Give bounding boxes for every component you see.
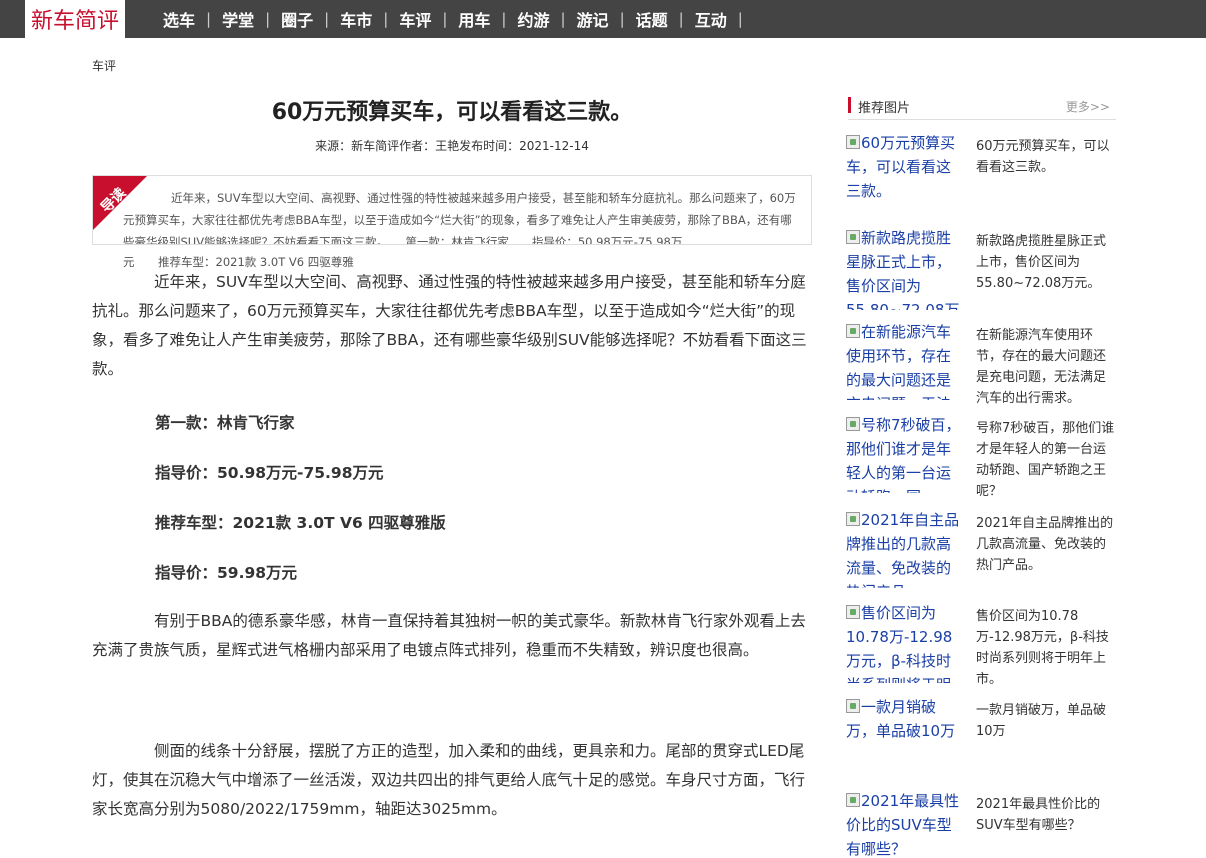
broken-image-icon	[846, 793, 860, 807]
broken-image-alt[interactable]: 号称7秒破百，那他们谁才是年轻人的第一台运动轿跑、国	[846, 413, 964, 493]
nav-item-cheping[interactable]: 车评 |	[388, 7, 447, 31]
main-nav: 选车 | 学堂 | 圈子 | 车市 | 车评 | 用车 | 约游 | 游记 | 话题 | 互动 |	[152, 0, 743, 38]
broken-image-alt[interactable]: 在新能源汽车使用环节，存在的最大问题还是充电问题，无法满足	[846, 320, 964, 400]
recommended-item[interactable]: 售价区间为10.78万-12.98万元，β-科技时尚系列则将于明 售价区间为10…	[846, 601, 1121, 687]
recommended-caption[interactable]: 2021年自主品牌推出的几款高流量、免改装的热门产品。	[976, 513, 1118, 576]
broken-image-alt[interactable]: 一款月销破万，单品破10万	[846, 695, 964, 745]
nav-link[interactable]: 学堂	[211, 7, 265, 31]
nav-link[interactable]: 约游	[506, 7, 560, 31]
spec-recommended-trim: 推荐车型：2021款 3.0T V6 四驱尊雅版	[155, 514, 446, 532]
recommended-item[interactable]: 60万元预算买车，可以看看这三款。 60万元预算买车，可以看看这三款。	[846, 131, 1121, 203]
article-paragraph-3: 侧面的线条十分舒展，摆脱了方正的造型，加入柔和的曲线，更具亲和力。尾部的贯穿式L…	[92, 742, 806, 818]
broken-image-icon	[846, 324, 860, 338]
nav-item-youji[interactable]: 游记 |	[566, 7, 625, 31]
recommended-item[interactable]: 号称7秒破百，那他们谁才是年轻人的第一台运动轿跑、国 号称7秒破百，那他们谁才是…	[846, 413, 1121, 499]
broken-image-icon	[846, 699, 860, 713]
lead-summary-box: 导读 近年来，SUV车型以大空间、高视野、通过性强的特性被越来越多用户接受，甚至…	[92, 175, 812, 245]
nav-link[interactable]: 用车	[447, 7, 501, 31]
lead-text: 近年来，SUV车型以大空间、高视野、通过性强的特性被越来越多用户接受，甚至能和轿…	[123, 191, 796, 245]
nav-link[interactable]: 选车	[152, 7, 206, 31]
spec-price-range: 指导价：50.98万元-75.98万元	[155, 464, 384, 482]
recommended-item[interactable]: 一款月销破万，单品破10万 一款月销破万，单品破10万	[846, 695, 1121, 745]
recommended-caption[interactable]: 号称7秒破百，那他们谁才是年轻人的第一台运动轿跑、国产轿跑之王呢？	[976, 418, 1118, 502]
sidebar-header-accent	[848, 97, 851, 113]
broken-image-icon	[846, 512, 860, 526]
nav-item-xuanche[interactable]: 选车 |	[152, 7, 211, 31]
nav-item-xuetang[interactable]: 学堂 |	[211, 7, 270, 31]
nav-link[interactable]: 车市	[329, 7, 383, 31]
nav-item-yueyou[interactable]: 约游 |	[506, 7, 565, 31]
nav-item-quanzi[interactable]: 圈子 |	[270, 7, 329, 31]
nav-link[interactable]: 游记	[566, 7, 620, 31]
recommended-caption[interactable]: 新款路虎揽胜星脉正式上市，售价区间为55.80~72.08万元。	[976, 231, 1118, 294]
sidebar-header: 推荐图片 更多>>	[848, 94, 1116, 120]
breadcrumb[interactable]: 车评	[92, 57, 116, 74]
spec-trim-price: 指导价：59.98万元	[155, 564, 298, 582]
site-logo-text: 新车简评	[30, 9, 119, 34]
article-meta: 来源：新车简评作者：王艳发布时间：2021-12-14	[315, 139, 589, 153]
article-title: 60万元预算买车，可以看看这三款。	[271, 100, 633, 125]
recommended-item[interactable]: 2021年最具性价比的SUV车型有哪些？ 2021年最具性价比的SUV车型有哪些…	[846, 789, 1121, 858]
recommended-caption[interactable]: 在新能源汽车使用环节，存在的最大问题还是充电问题，无法满足汽车的出行需求。	[976, 325, 1118, 409]
nav-item-yongche[interactable]: 用车 |	[447, 7, 506, 31]
nav-item-hudong[interactable]: 互动 |	[684, 7, 743, 31]
nav-link[interactable]: 话题	[625, 7, 679, 31]
recommended-caption[interactable]: 2021年最具性价比的SUV车型有哪些？	[976, 794, 1118, 836]
broken-image-alt[interactable]: 售价区间为10.78万-12.98万元，β-科技时尚系列则将于明	[846, 601, 964, 683]
recommended-caption[interactable]: 一款月销破万，单品破10万	[976, 700, 1118, 742]
article-paragraph-2: 有别于BBA的德系豪华感，林肯一直保持着其独树一帜的美式豪华。新款林肯飞行家外观…	[92, 612, 806, 659]
site-logo[interactable]: 新车简评	[25, 0, 125, 38]
sidebar-title: 推荐图片	[858, 101, 911, 116]
broken-image-alt[interactable]: 60万元预算买车，可以看看这三款。	[846, 131, 964, 203]
spec-model-name: 第一款：林肯飞行家	[155, 414, 295, 432]
broken-image-icon	[846, 417, 860, 431]
nav-link[interactable]: 圈子	[270, 7, 324, 31]
broken-image-alt[interactable]: 2021年自主品牌推出的几款高流量、免改装的热门产品	[846, 508, 964, 588]
broken-image-icon	[846, 230, 860, 244]
broken-image-alt[interactable]: 新款路虎揽胜星脉正式上市，售价区间为55.80~72.08万元。	[846, 226, 964, 310]
nav-item-huati[interactable]: 话题 |	[625, 7, 684, 31]
recommended-item[interactable]: 2021年自主品牌推出的几款高流量、免改装的热门产品 2021年自主品牌推出的几…	[846, 508, 1121, 588]
broken-image-icon	[846, 135, 860, 149]
top-navigation-bar: 新车简评 选车 | 学堂 | 圈子 | 车市 | 车评 | 用车 | 约游 | 游记 | 话题 |…	[0, 0, 1206, 38]
recommended-item[interactable]: 新款路虎揽胜星脉正式上市，售价区间为55.80~72.08万元。 新款路虎揽胜星…	[846, 226, 1121, 310]
nav-link[interactable]: 车评	[388, 7, 442, 31]
broken-image-alt[interactable]: 2021年最具性价比的SUV车型有哪些？	[846, 789, 964, 858]
sidebar-more-link[interactable]: 更多>>	[1066, 98, 1110, 115]
recommended-caption[interactable]: 售价区间为10.78万-12.98万元，β-科技时尚系列则将于明年上市。	[976, 606, 1118, 690]
recommended-caption[interactable]: 60万元预算买车，可以看看这三款。	[976, 136, 1118, 178]
recommended-item[interactable]: 在新能源汽车使用环节，存在的最大问题还是充电问题，无法满足 在新能源汽车使用环节…	[846, 320, 1121, 406]
broken-image-icon	[846, 605, 860, 619]
nav-item-cheshi[interactable]: 车市 |	[329, 7, 388, 31]
nav-link[interactable]: 互动	[684, 7, 738, 31]
article-paragraph-1: 近年来，SUV车型以大空间、高视野、通过性强的特性被越来越多用户接受，甚至能和轿…	[92, 273, 807, 378]
